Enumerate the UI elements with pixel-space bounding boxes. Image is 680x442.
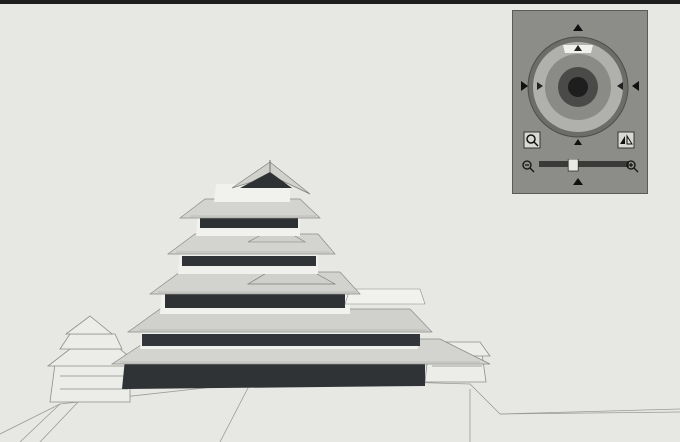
arrow-up-icon [574,45,582,51]
tilt-up-button[interactable] [571,21,585,35]
zoom-extent-icon [523,131,541,149]
zoom-extent-button[interactable] [523,131,541,149]
mirror-view-icon [617,131,635,149]
zoom-slider[interactable] [539,159,629,172]
zoom-in-button[interactable] [625,159,639,173]
arrow-up-icon [573,24,583,31]
pan-right-button[interactable] [629,79,643,93]
zoom-slider-graphics [539,159,629,172]
navigation-widget [512,10,648,194]
arrow-left-icon [632,81,639,91]
zoom-slider-handle[interactable] [567,159,579,172]
orbit-right-button[interactable] [613,79,627,93]
arrow-up-icon [574,139,582,145]
arrow-up-icon [573,178,583,185]
toggle-view-button[interactable] [617,131,635,149]
tilt-down-button[interactable] [571,175,585,189]
arrow-right-icon [537,82,543,90]
arrow-right-icon [521,81,528,91]
orbit-up-button[interactable] [571,41,585,55]
zoom-in-icon [626,160,639,173]
main-keep [110,160,491,389]
screen [0,0,680,442]
arrow-left-icon [617,82,623,90]
orbit-down-button[interactable] [571,135,585,149]
orbit-left-button[interactable] [533,79,547,93]
pan-left-button[interactable] [517,79,531,93]
3d-viewport[interactable] [0,4,680,442]
zoom-out-icon [522,160,535,173]
center-button [568,77,588,97]
zoom-out-button[interactable] [521,159,535,173]
